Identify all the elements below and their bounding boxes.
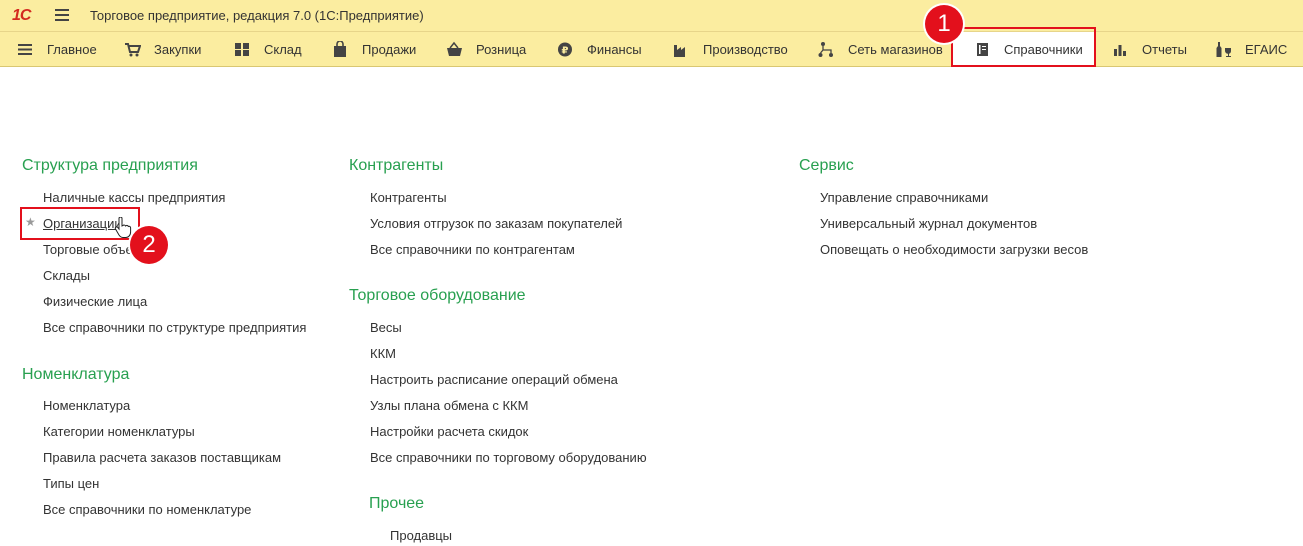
link-scale-load-notify[interactable]: Оповещать о необходимости загрузки весов <box>820 242 1088 257</box>
cart-icon <box>124 41 142 58</box>
menu-item-label: Финансы <box>587 42 642 57</box>
menu-item-finance[interactable]: ₽ Финансы <box>557 32 642 67</box>
menu-item-reports[interactable]: Отчеты <box>1112 32 1187 67</box>
link-all-structure[interactable]: Все справочники по структуре предприятия <box>43 320 306 335</box>
menu-item-warehouse[interactable]: Склад <box>234 32 302 67</box>
section-title-equipment: Торговое оборудование <box>349 287 526 304</box>
menu-item-production[interactable]: Производство <box>673 32 788 67</box>
link-kkm-exchange-nodes[interactable]: Узлы плана обмена с ККМ <box>370 398 528 413</box>
link-sellers[interactable]: Продавцы <box>390 528 452 543</box>
section-title-other: Прочее <box>369 495 425 512</box>
link-all-equipment[interactable]: Все справочники по торговому оборудовани… <box>370 450 647 465</box>
link-kkm[interactable]: ККМ <box>370 346 396 361</box>
link-shipment-conditions[interactable]: Условия отгрузок по заказам покупателей <box>370 216 622 231</box>
link-exchange-schedule[interactable]: Настроить расписание операций обмена <box>370 372 618 387</box>
menu-item-catalogs[interactable]: Справочники <box>952 32 1095 67</box>
bar-chart-icon <box>1112 41 1129 58</box>
link-trade-objects[interactable]: Торговые объе <box>43 242 133 257</box>
link-counterparties[interactable]: Контрагенты <box>370 190 447 205</box>
link-scales[interactable]: Весы <box>370 320 402 335</box>
section-title-service: Сервис <box>799 157 854 174</box>
menu-item-purchases[interactable]: Закупки <box>124 32 201 67</box>
link-universal-journal[interactable]: Универсальный журнал документов <box>820 216 1037 231</box>
factory-icon <box>673 41 690 58</box>
step-badge-1: 1 <box>925 5 963 43</box>
menu-item-label: ЕГАИС <box>1245 42 1288 57</box>
link-nomenclature[interactable]: Номенклатура <box>43 398 130 413</box>
menu-item-label: Продажи <box>362 42 417 57</box>
link-supplier-order-rules[interactable]: Правила расчета заказов поставщикам <box>43 450 281 465</box>
menu-item-label: Сеть магазинов <box>848 42 943 57</box>
link-warehouses[interactable]: Склады <box>43 268 90 283</box>
link-price-types[interactable]: Типы цен <box>43 476 99 491</box>
basket-icon <box>446 41 463 58</box>
favorite-star-icon[interactable]: ★ <box>25 215 36 229</box>
menu-item-label: Справочники <box>1004 42 1083 57</box>
menu-item-retail[interactable]: Розница <box>446 32 526 67</box>
link-nomenclature-categories[interactable]: Категории номенклатуры <box>43 424 195 439</box>
network-icon <box>818 41 835 58</box>
ruble-coin-icon: ₽ <box>557 41 574 58</box>
1c-logo[interactable]: 1С <box>12 8 31 24</box>
app-title: Торговое предприятие, редакция 7.0 (1С:П… <box>90 8 424 23</box>
menu-item-main[interactable]: Главное <box>17 32 97 67</box>
menu-item-label: Отчеты <box>1142 42 1187 57</box>
link-individuals[interactable]: Физические лица <box>43 294 147 309</box>
menu-item-label: Розница <box>476 42 527 57</box>
menu-item-sales[interactable]: Продажи <box>332 32 416 67</box>
bag-icon <box>332 40 349 58</box>
link-cash-registers[interactable]: Наличные кассы предприятия <box>43 190 225 205</box>
section-title-counterparties: Контрагенты <box>349 157 444 174</box>
menu-item-label: Закупки <box>154 42 202 57</box>
link-catalog-management[interactable]: Управление справочниками <box>820 190 988 205</box>
bottles-icon <box>1215 41 1232 58</box>
menu-item-store-network[interactable]: Сеть магазинов <box>818 32 943 67</box>
main-menu-icon[interactable] <box>55 9 69 21</box>
link-all-counterparties[interactable]: Все справочники по контрагентам <box>370 242 575 257</box>
hand-cursor-icon <box>114 216 132 239</box>
link-discount-settings[interactable]: Настройки расчета скидок <box>370 424 528 439</box>
menu-item-label: Главное <box>47 42 97 57</box>
section-title-structure: Структура предприятия <box>22 157 198 174</box>
list-icon <box>17 41 34 58</box>
grid-icon <box>234 41 251 58</box>
link-organizations[interactable]: Организации <box>43 216 122 231</box>
title-bar: 1С Торговое предприятие, редакция 7.0 (1… <box>0 0 1303 31</box>
menu-item-label: Производство <box>703 42 788 57</box>
svg-text:₽: ₽ <box>562 46 569 57</box>
book-icon <box>974 41 991 58</box>
menu-item-egais[interactable]: ЕГАИС <box>1215 32 1287 67</box>
sections-panel: Главное Закупки Склад Продажи Розница ₽ … <box>0 31 1303 67</box>
section-title-nomenclature: Номенклатура <box>22 366 130 383</box>
link-all-nomenclature[interactable]: Все справочники по номенклатуре <box>43 502 251 517</box>
step-badge-2: 2 <box>130 226 168 264</box>
menu-item-label: Склад <box>264 42 302 57</box>
